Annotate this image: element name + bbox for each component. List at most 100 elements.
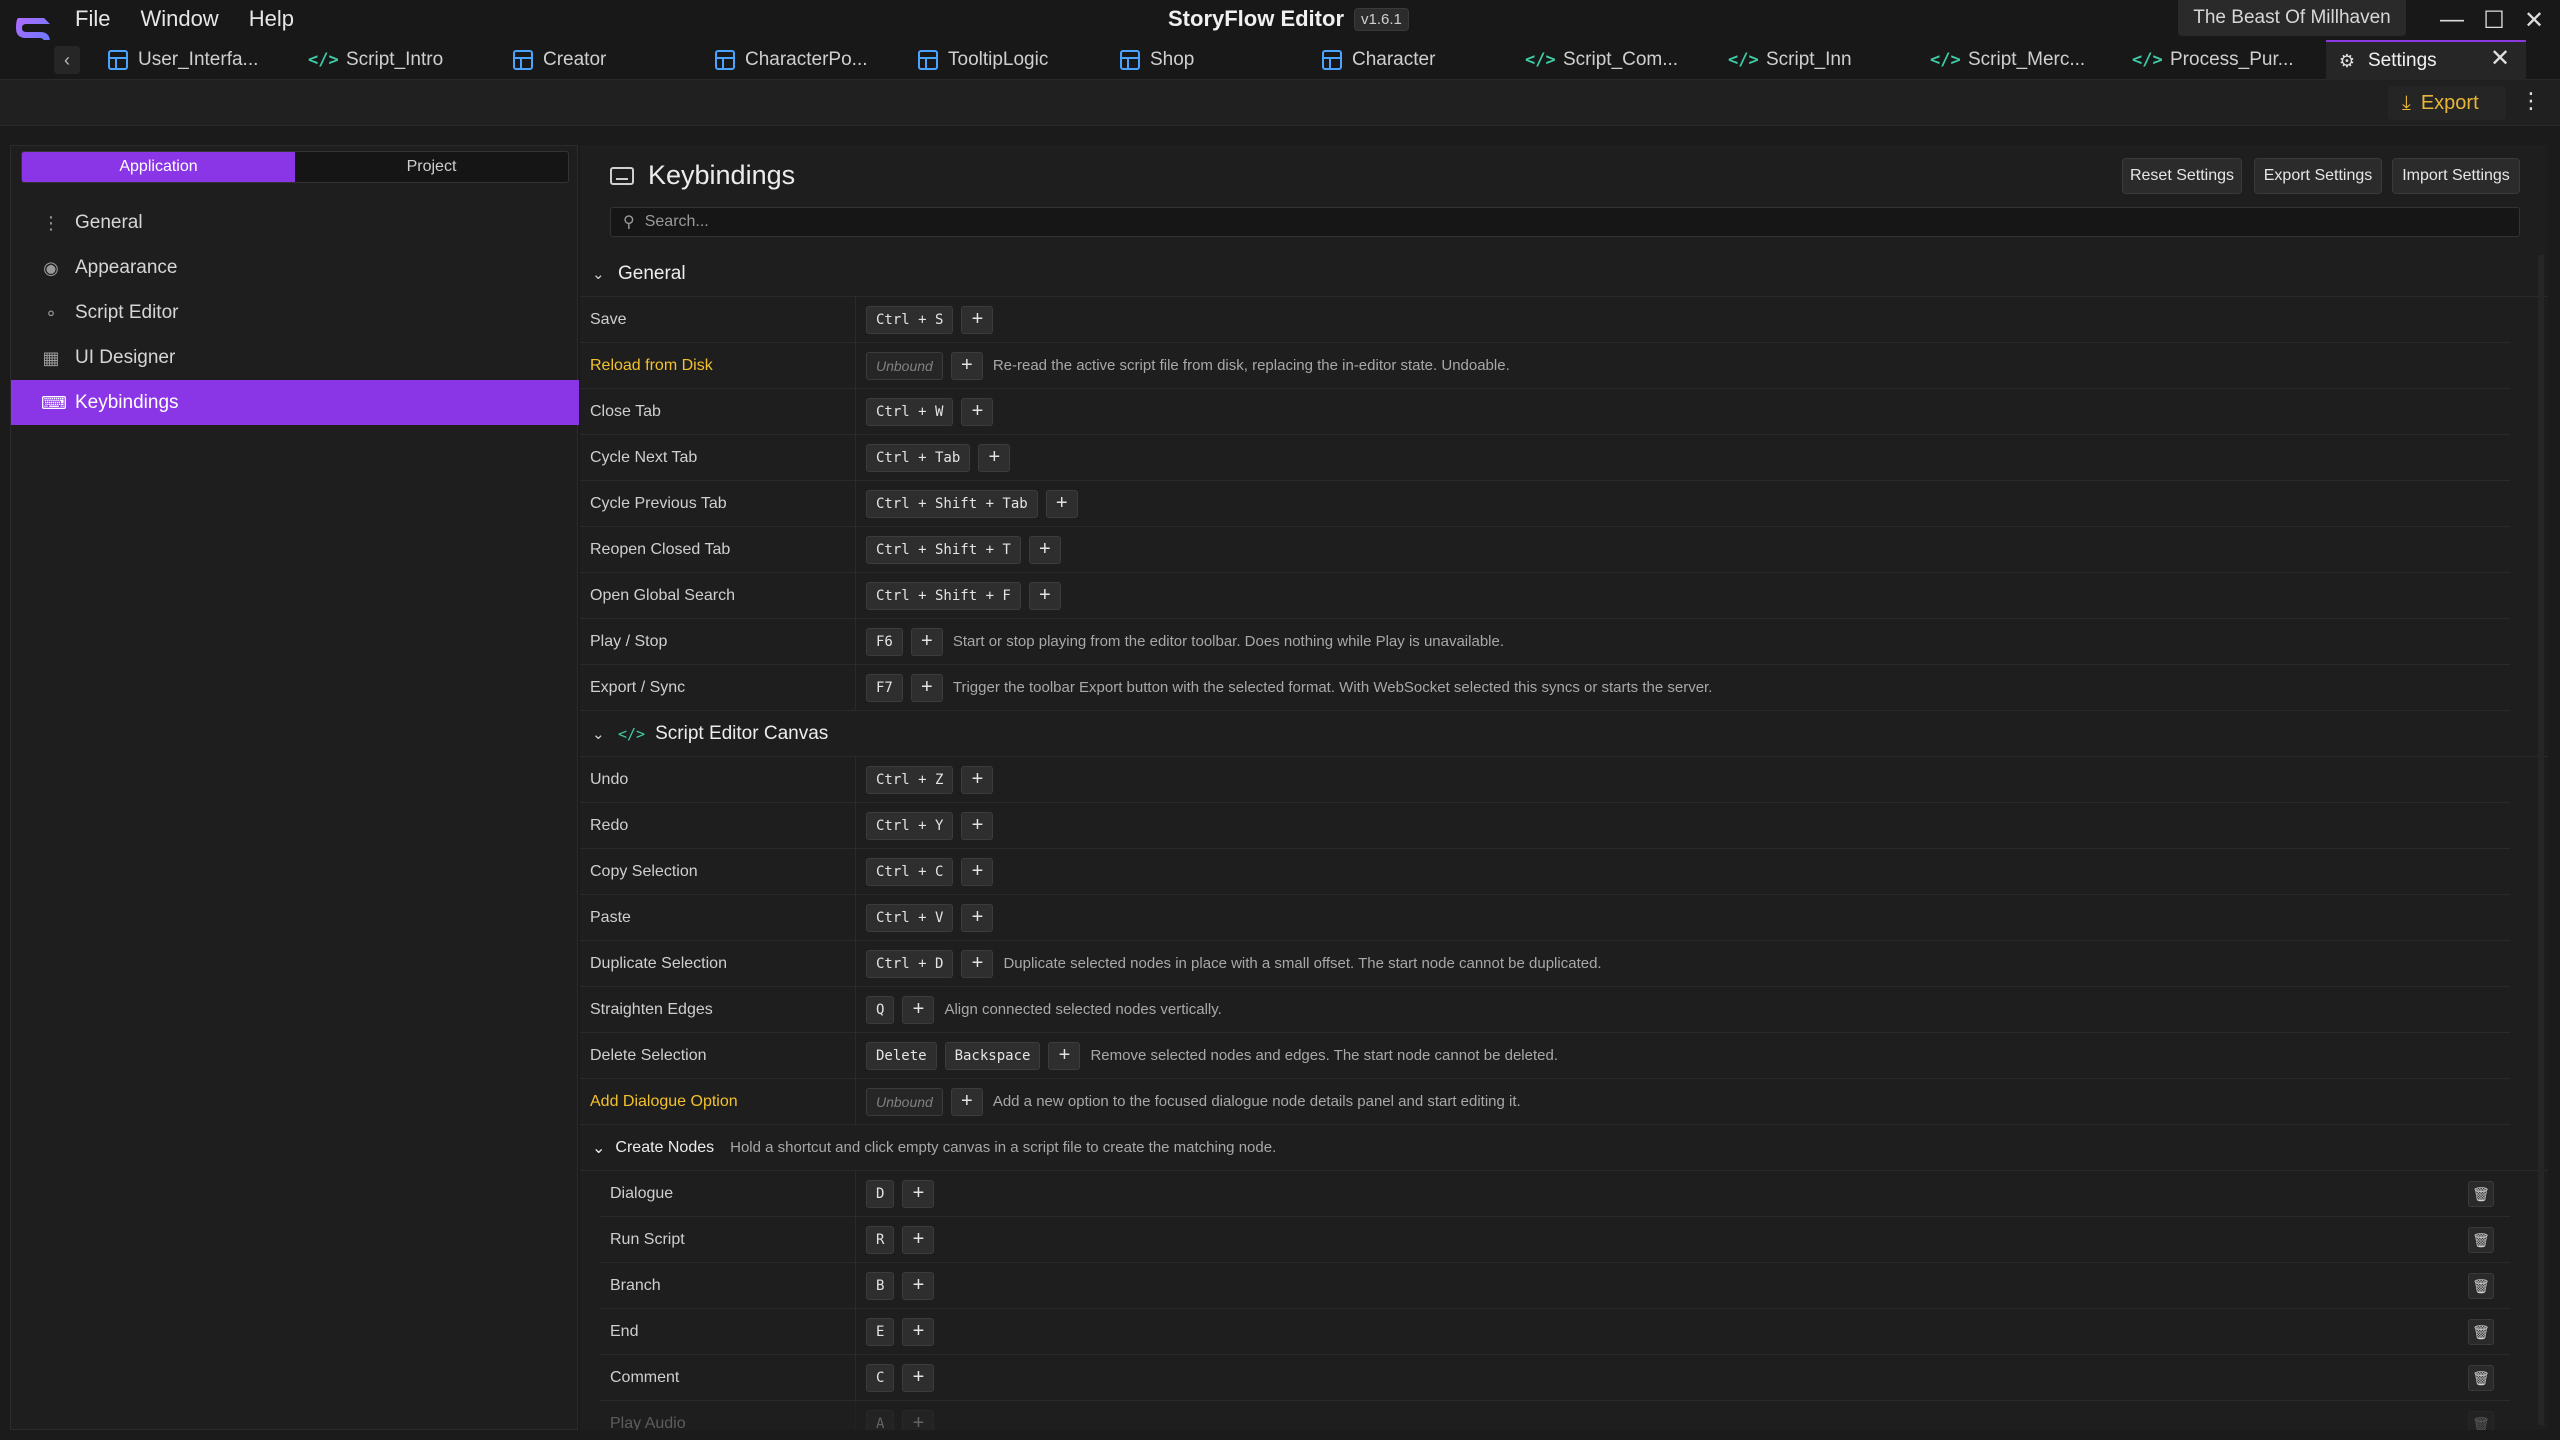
- key-chip[interactable]: F7: [866, 673, 903, 702]
- add-binding-icon[interactable]: +: [902, 1409, 935, 1430]
- key-chip[interactable]: Ctrl + Tab: [866, 443, 971, 472]
- add-binding-icon[interactable]: +: [902, 1363, 935, 1392]
- unbound-key-chip[interactable]: Unbound: [866, 351, 943, 380]
- key-chip[interactable]: Q: [866, 995, 895, 1024]
- key-chip[interactable]: Ctrl + S: [866, 305, 954, 334]
- more-options-icon[interactable]: ⋮: [2520, 88, 2542, 114]
- trash-icon[interactable]: 🗑: [2468, 1181, 2494, 1207]
- close-window-icon[interactable]: ✕: [2516, 6, 2552, 35]
- project-name[interactable]: The Beast Of Millhaven: [2178, 0, 2406, 36]
- add-binding-icon[interactable]: +: [961, 765, 994, 794]
- unbound-key-chip[interactable]: Unbound: [866, 1087, 943, 1116]
- menu-help[interactable]: Help: [249, 6, 294, 32]
- close-tab-icon[interactable]: ✕: [2490, 44, 2510, 73]
- export-button[interactable]: ⤓ Export: [2388, 86, 2506, 120]
- add-binding-icon[interactable]: +: [1028, 581, 1061, 610]
- menu-window[interactable]: Window: [140, 6, 218, 32]
- tab-script-intro[interactable]: </> Script_Intro: [298, 40, 443, 80]
- segment-application[interactable]: Application: [22, 152, 295, 182]
- keybinding-description: Add a new option to the focused dialogue…: [992, 1093, 1521, 1110]
- add-binding-icon[interactable]: +: [961, 397, 994, 426]
- sidebar-item-script-editor[interactable]: ∘ Script Editor: [11, 290, 579, 335]
- add-binding-icon[interactable]: +: [978, 443, 1011, 472]
- tab-label: TooltipLogic: [948, 49, 1049, 70]
- sidebar-item-general[interactable]: ⋮ General: [11, 200, 579, 245]
- trash-icon[interactable]: 🗑: [2468, 1319, 2494, 1345]
- trash-icon[interactable]: 🗑: [2468, 1227, 2494, 1253]
- add-binding-icon[interactable]: +: [961, 305, 994, 334]
- export-settings-button[interactable]: Export Settings: [2254, 158, 2382, 194]
- code-icon: </>: [308, 50, 339, 70]
- sidebar-item-ui-designer[interactable]: ▦ UI Designer: [11, 335, 579, 380]
- tab-label: Process_Pur...: [2170, 49, 2294, 70]
- trash-icon[interactable]: 🗑: [2468, 1273, 2494, 1299]
- key-chip[interactable]: E: [866, 1317, 895, 1346]
- menu-file[interactable]: File: [75, 6, 110, 32]
- key-chip[interactable]: R: [866, 1225, 895, 1254]
- add-binding-icon[interactable]: +: [902, 1225, 935, 1254]
- add-binding-icon[interactable]: +: [1045, 489, 1078, 518]
- key-chip[interactable]: Ctrl + Shift + F: [866, 581, 1021, 610]
- tab-script-inn[interactable]: </> Script_Inn: [1718, 40, 1852, 80]
- maximize-icon[interactable]: ☐: [2476, 6, 2512, 35]
- key-chip[interactable]: Ctrl + C: [866, 857, 954, 886]
- tab-character[interactable]: Character: [1312, 40, 1435, 80]
- section-canvas-header[interactable]: ⌄ </> Script Editor Canvas: [580, 711, 2548, 757]
- add-binding-icon[interactable]: +: [961, 903, 994, 932]
- tab-character-po[interactable]: CharacterPo...: [705, 40, 868, 80]
- import-settings-button[interactable]: Import Settings: [2392, 158, 2520, 194]
- tab-script-com[interactable]: </> Script_Com...: [1515, 40, 1678, 80]
- segment-project[interactable]: Project: [295, 152, 568, 182]
- add-binding-icon[interactable]: +: [902, 1271, 935, 1300]
- tab-tooltip-logic[interactable]: TooltipLogic: [908, 40, 1048, 80]
- key-chips: Ctrl + Z +: [856, 765, 994, 794]
- key-chips: F6 +: [856, 627, 943, 656]
- section-general-header[interactable]: ⌄ General: [580, 251, 2548, 297]
- key-chip[interactable]: Ctrl + Z: [866, 765, 954, 794]
- key-chip[interactable]: Delete: [866, 1041, 937, 1070]
- key-chip[interactable]: Backspace: [944, 1041, 1041, 1070]
- add-binding-icon[interactable]: +: [910, 673, 943, 702]
- key-chip[interactable]: Ctrl + V: [866, 903, 954, 932]
- key-chip[interactable]: Ctrl + W: [866, 397, 954, 426]
- chevron-left-icon[interactable]: ‹: [54, 46, 80, 74]
- add-binding-icon[interactable]: +: [1048, 1041, 1081, 1070]
- keybinding-row-play-audio: Play Audio A + 🗑: [600, 1401, 2510, 1430]
- scrollbar[interactable]: [2538, 255, 2544, 1425]
- tab-user-interface[interactable]: User_Interfa...: [98, 40, 258, 80]
- trash-icon[interactable]: 🗑: [2468, 1411, 2494, 1430]
- tab-process-pur[interactable]: </> Process_Pur...: [2122, 40, 2294, 80]
- key-chip[interactable]: A: [866, 1409, 895, 1430]
- add-binding-icon[interactable]: +: [902, 1179, 935, 1208]
- minimize-icon[interactable]: —: [2434, 6, 2470, 34]
- add-binding-icon[interactable]: +: [1028, 535, 1061, 564]
- key-chip[interactable]: Ctrl + D: [866, 949, 954, 978]
- key-chip[interactable]: Ctrl + Shift + Tab: [866, 489, 1038, 518]
- search-input[interactable]: [644, 213, 2519, 231]
- sidebar-item-keybindings[interactable]: ⌨ Keybindings: [11, 380, 579, 425]
- add-binding-icon[interactable]: +: [961, 857, 994, 886]
- add-binding-icon[interactable]: +: [961, 949, 994, 978]
- add-binding-icon[interactable]: +: [902, 1317, 935, 1346]
- ui-file-icon: [1322, 50, 1342, 70]
- tab-script-merc[interactable]: </> Script_Merc...: [1920, 40, 2085, 80]
- keybinding-row-paste: Paste Ctrl + V +: [580, 895, 2510, 941]
- reset-settings-button[interactable]: Reset Settings: [2122, 158, 2242, 194]
- add-binding-icon[interactable]: +: [910, 627, 943, 656]
- sidebar-item-appearance[interactable]: ◉ Appearance: [11, 245, 579, 290]
- key-chip[interactable]: C: [866, 1363, 895, 1392]
- add-binding-icon[interactable]: +: [950, 351, 983, 380]
- trash-icon[interactable]: 🗑: [2468, 1365, 2494, 1391]
- keyboard-icon: [610, 166, 634, 185]
- add-binding-icon[interactable]: +: [950, 1087, 983, 1116]
- key-chip[interactable]: Ctrl + Shift + T: [866, 535, 1021, 564]
- subsection-create-nodes-header[interactable]: ⌄ Create Nodes Hold a shortcut and click…: [580, 1125, 2548, 1171]
- key-chip[interactable]: B: [866, 1271, 895, 1300]
- add-binding-icon[interactable]: +: [961, 811, 994, 840]
- key-chip[interactable]: F6: [866, 627, 903, 656]
- tab-creator[interactable]: Creator: [503, 40, 606, 80]
- key-chip[interactable]: D: [866, 1179, 895, 1208]
- key-chip[interactable]: Ctrl + Y: [866, 811, 954, 840]
- tab-shop[interactable]: Shop: [1110, 40, 1194, 80]
- add-binding-icon[interactable]: +: [902, 995, 935, 1024]
